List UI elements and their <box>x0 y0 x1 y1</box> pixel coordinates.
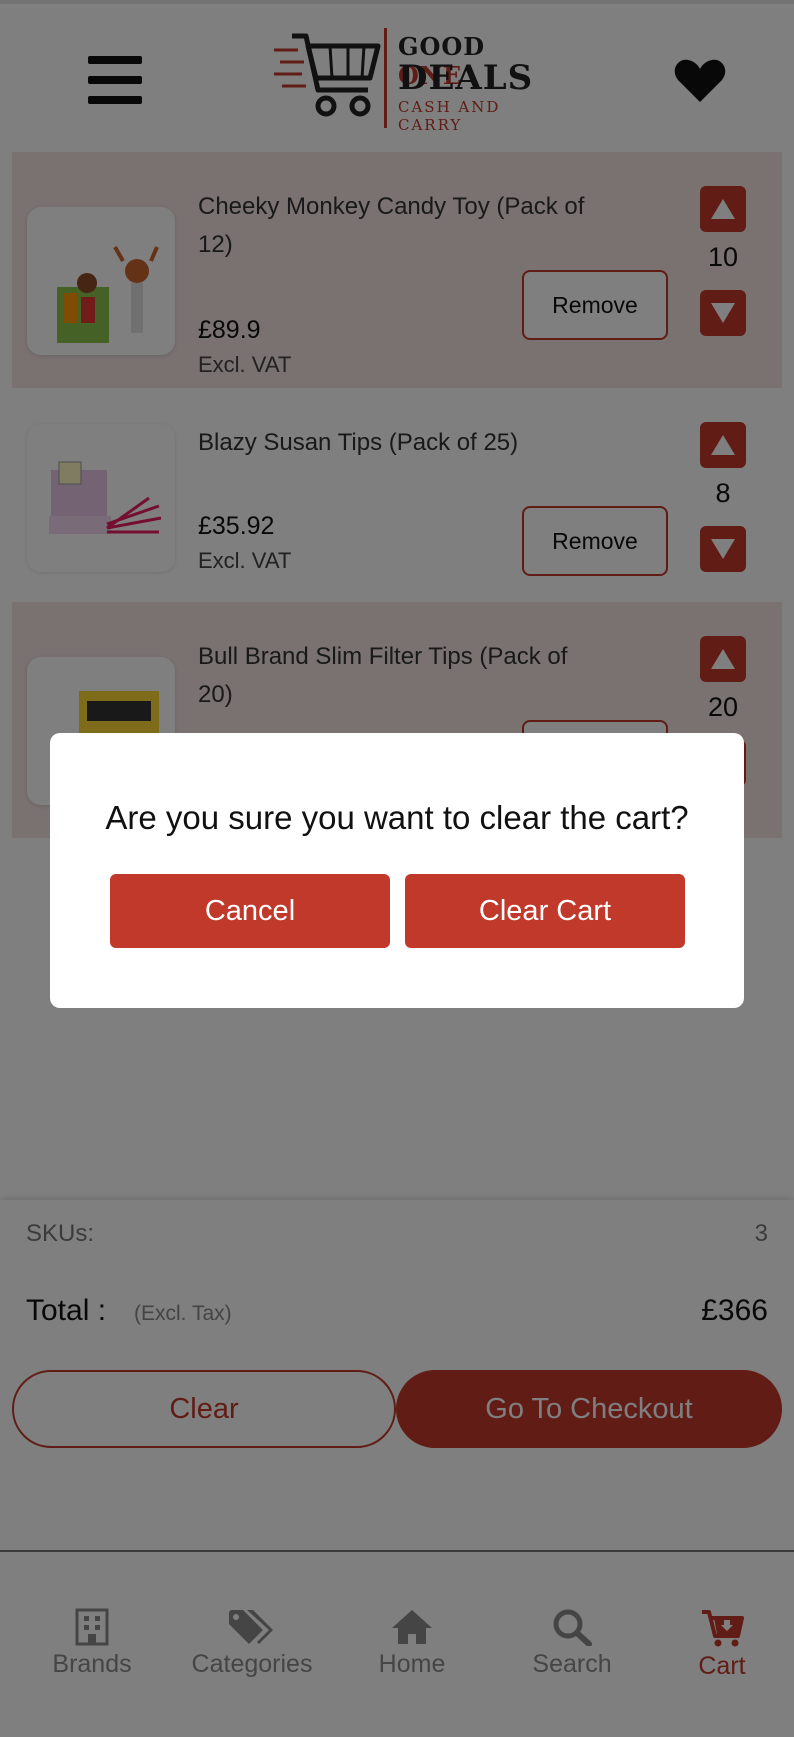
dialog-message: Are you sure you want to clear the cart? <box>105 799 689 836</box>
confirm-clear-button[interactable]: Clear Cart <box>405 874 685 948</box>
clear-cart-dialog: Are you sure you want to clear the cart?… <box>50 733 744 1008</box>
cancel-button[interactable]: Cancel <box>110 874 390 948</box>
